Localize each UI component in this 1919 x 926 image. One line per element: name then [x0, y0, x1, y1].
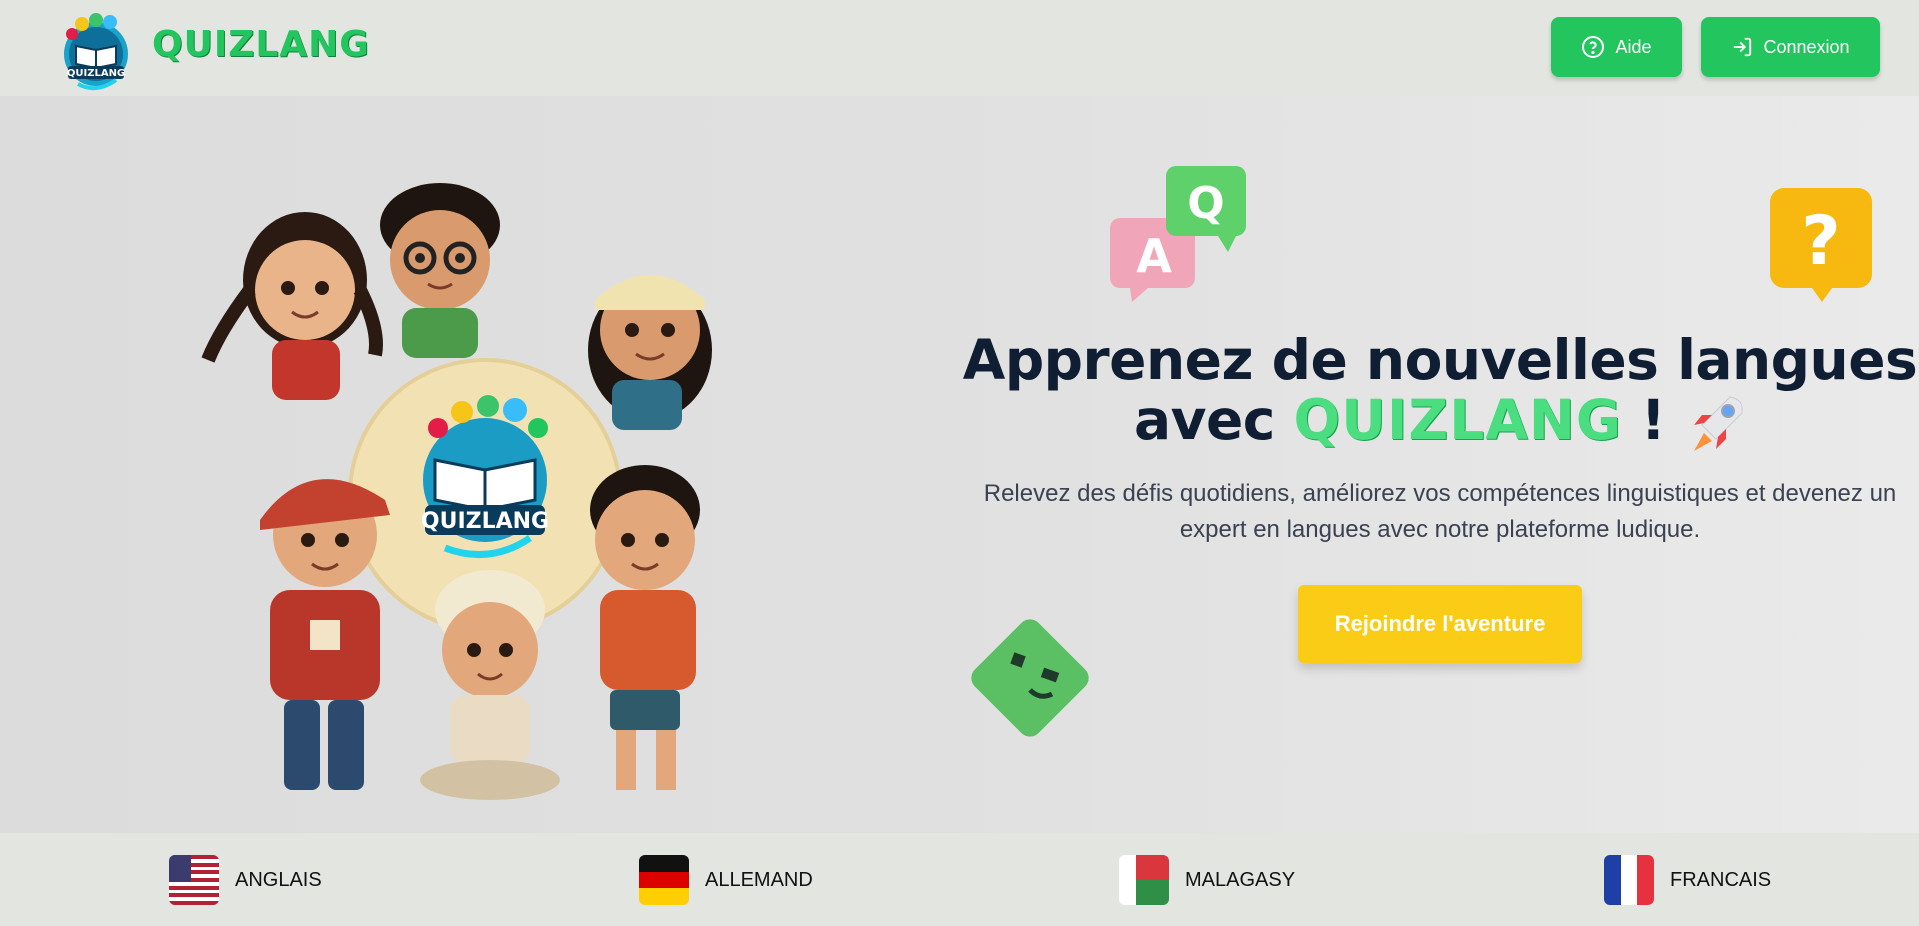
subtitle-line-1: Relevez des défis quotidiens, améliorez …	[983, 480, 1897, 507]
svg-text:A: A	[1136, 229, 1172, 283]
mg-flag-icon	[1119, 855, 1169, 905]
hero-subtitle: Relevez des défis quotidiens, améliorez …	[960, 476, 1919, 548]
svg-text:?: ?	[1801, 202, 1840, 281]
language-item-allemand[interactable]: ALLEMAND	[639, 854, 813, 906]
language-item-anglais[interactable]: ANGLAIS	[169, 854, 322, 906]
help-button-label: Aide	[1615, 36, 1652, 57]
help-circle-icon	[1582, 36, 1605, 58]
help-button[interactable]: Aide	[1551, 17, 1682, 77]
svg-text:QUIZLANG: QUIZLANG	[67, 68, 125, 79]
login-icon	[1734, 37, 1752, 57]
language-item-francais[interactable]: FRANCAIS	[1604, 854, 1771, 906]
headline-avec: avec	[1134, 388, 1275, 452]
green-cube-face-icon	[971, 619, 1089, 737]
headline-line-2: avec QUIZLANG !	[960, 390, 1919, 455]
kid-boy-right	[590, 465, 700, 790]
hero-headline: Apprenez de nouvelles langues avec QUIZL…	[960, 330, 1919, 455]
svg-text:Q: Q	[1187, 178, 1224, 229]
language-label: MALAGASY	[1185, 868, 1296, 891]
top-header: QUIZLANG QUIZLANG Aide Connexion	[0, 0, 1919, 96]
language-item-malagasy[interactable]: MALAGASY	[1119, 854, 1295, 906]
kid-sitting-center	[420, 570, 560, 800]
qa-chat-bubbles-icon: A Q	[1110, 166, 1246, 302]
question-bubble-icon: ?	[1770, 188, 1872, 302]
join-adventure-button[interactable]: Rejoindre l'aventure	[1298, 585, 1582, 663]
subtitle-line-2: expert en langues avec notre plateforme …	[1179, 516, 1701, 543]
kids-illustration: QUIZLANG	[201, 183, 712, 800]
svg-text:QUIZLANG: QUIZLANG	[421, 509, 549, 534]
headline-brand: QUIZLANG	[1293, 388, 1623, 452]
login-button[interactable]: Connexion	[1701, 17, 1880, 77]
us-flag-icon	[169, 855, 219, 905]
quizlang-logo-icon[interactable]: QUIZLANG	[58, 10, 134, 94]
language-label: ALLEMAND	[705, 868, 813, 891]
kid-girl-braids	[201, 212, 383, 400]
login-button-label: Connexion	[1763, 36, 1850, 57]
de-flag-icon	[639, 855, 689, 905]
kid-boy-glasses	[380, 183, 500, 358]
language-label: ANGLAIS	[235, 868, 322, 891]
kid-boy-red-cap	[260, 479, 390, 790]
language-bar: ANGLAIS ALLEMAND MALAGASY FRANCAIS	[0, 833, 1919, 926]
headline-exclamation: !	[1640, 388, 1666, 452]
brand-name[interactable]: QUIZLANG	[152, 20, 370, 70]
fr-flag-icon	[1604, 855, 1654, 905]
rocket-icon	[1693, 396, 1743, 451]
kid-girl-cap	[588, 275, 712, 430]
headline-line-1: Apprenez de nouvelles langues	[962, 328, 1918, 392]
language-label: FRANCAIS	[1670, 868, 1772, 891]
